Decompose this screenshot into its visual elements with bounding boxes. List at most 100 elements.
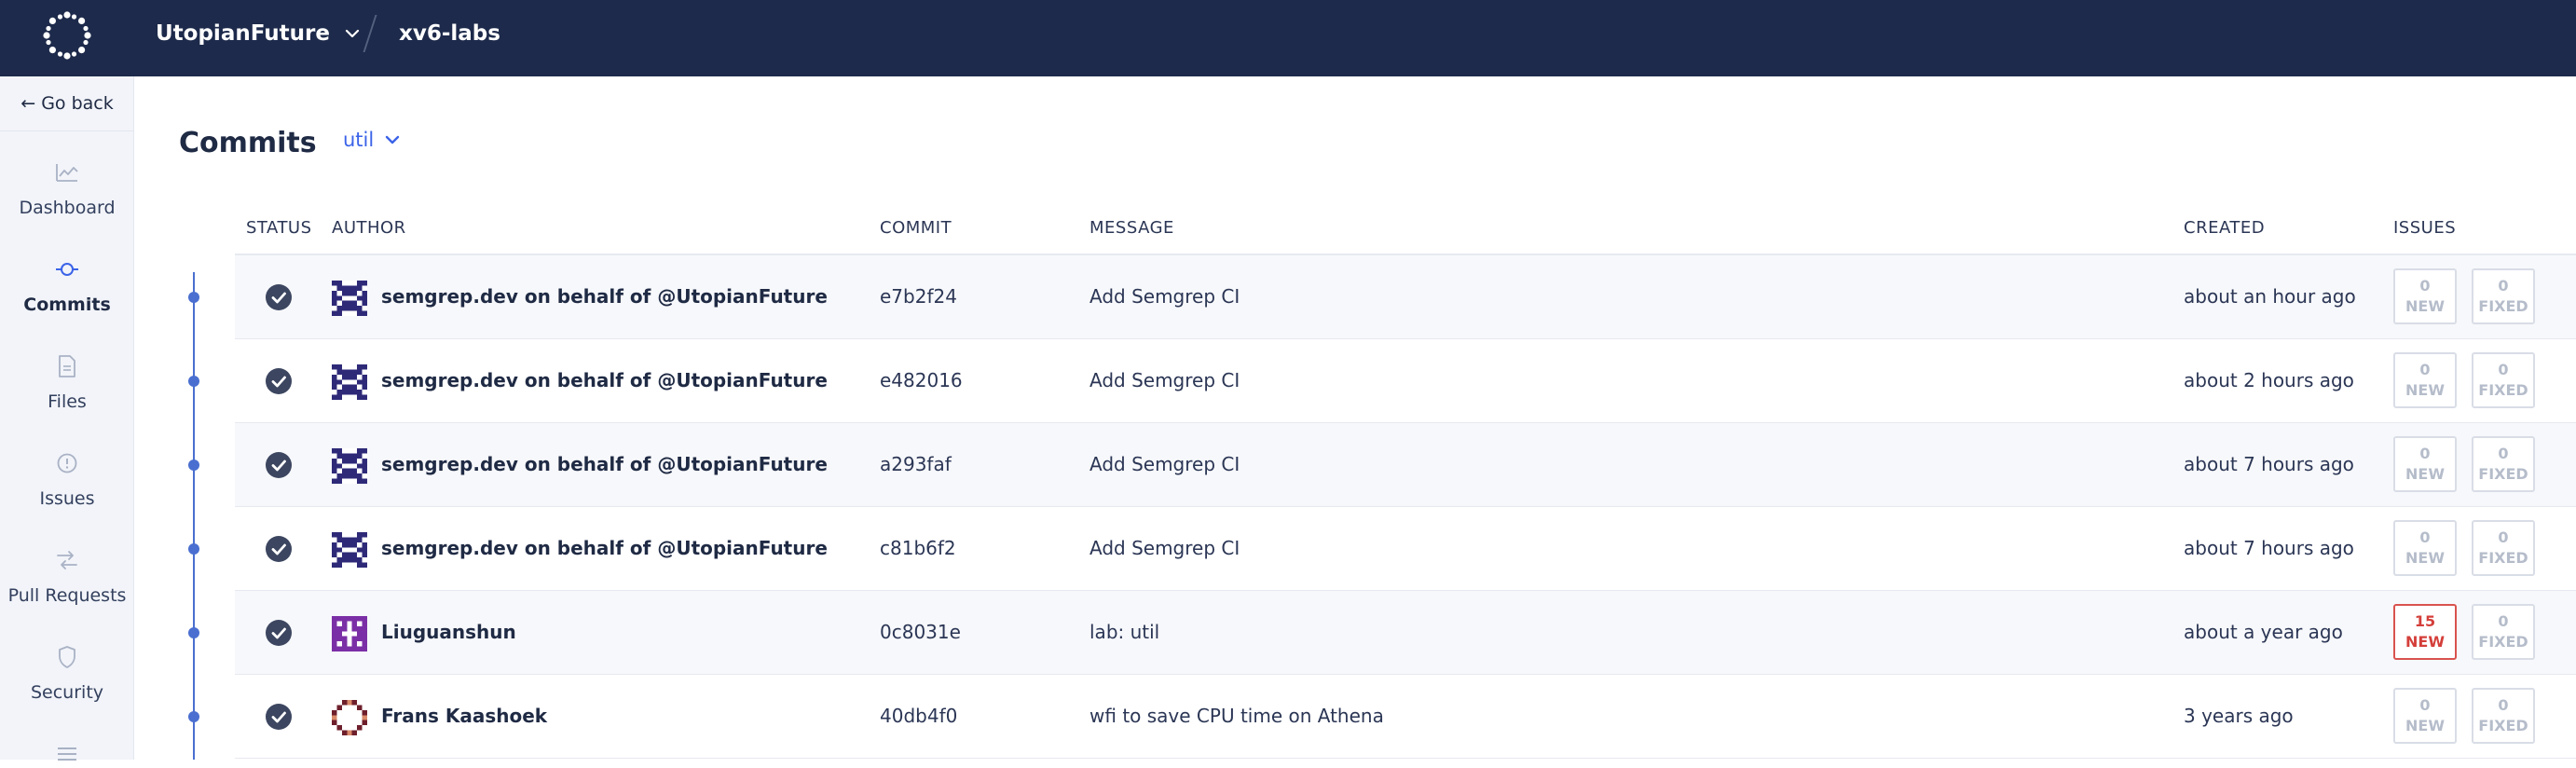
sidebar-item-label: Dashboard [19, 198, 116, 218]
timeline-dot [188, 459, 199, 471]
sidebar-item-security[interactable]: Security [0, 643, 134, 703]
shield-icon [53, 643, 81, 671]
check-circle-icon [266, 368, 292, 394]
top-bar: UtopianFuture xv6-labs [0, 0, 2576, 76]
avatar [332, 448, 367, 484]
file-icon [53, 352, 81, 380]
commit-created: 3 years ago [2184, 705, 2294, 727]
commit-author: Frans Kaashoek [381, 705, 548, 727]
badge-label: NEW [2405, 465, 2445, 483]
commit-created: about 2 hours ago [2184, 369, 2354, 391]
branch-selector[interactable]: util [343, 129, 402, 151]
badge-count: 0 [2419, 528, 2431, 546]
badge-count: 15 [2414, 612, 2436, 630]
commit-sha[interactable]: a293faf [880, 453, 952, 475]
column-header-status: STATUS [246, 218, 312, 238]
fixed-issues-badge[interactable]: 0 FIXED [2472, 436, 2535, 492]
issue-icon [53, 449, 81, 477]
badge-label: NEW [2405, 717, 2445, 734]
new-issues-badge[interactable]: 0 NEW [2393, 268, 2457, 324]
avatar [332, 616, 367, 651]
badge-count: 0 [2498, 277, 2509, 295]
sidebar-item-label: Files [48, 391, 87, 412]
badge-count: 0 [2419, 277, 2431, 295]
repo-name[interactable]: xv6-labs [399, 0, 500, 67]
list-icon [53, 740, 81, 768]
dashboard-icon [53, 158, 81, 186]
new-issues-badge[interactable]: 0 NEW [2393, 436, 2457, 492]
badge-label: FIXED [2478, 381, 2528, 399]
new-issues-badge[interactable]: 0 NEW [2393, 520, 2457, 576]
sidebar: ← Go back Dashboard Commits Files Issues… [0, 76, 134, 761]
fixed-issues-badge[interactable]: 0 FIXED [2472, 688, 2535, 744]
table-row[interactable]: semgrep.dev on behalf of @UtopianFuture … [235, 423, 2576, 507]
commit-timeline [193, 272, 195, 760]
sidebar-item-commits[interactable]: Commits [0, 255, 134, 315]
badge-label: NEW [2405, 297, 2445, 315]
sidebar-item-issues[interactable]: Issues [0, 449, 134, 509]
badge-label: NEW [2405, 381, 2445, 399]
commit-sha[interactable]: c81b6f2 [880, 537, 956, 559]
badge-label: NEW [2405, 549, 2445, 567]
new-issues-badge[interactable]: 15 NEW [2393, 604, 2457, 660]
commit-sha[interactable]: 40db4f0 [880, 705, 957, 727]
breadcrumb-separator [363, 15, 377, 52]
sidebar-divider [0, 130, 134, 131]
go-back-link[interactable]: ← Go back [0, 93, 134, 114]
commit-message: Add Semgrep CI [1089, 453, 1240, 475]
sidebar-item-files[interactable]: Files [0, 352, 134, 412]
fixed-issues-badge[interactable]: 0 FIXED [2472, 604, 2535, 660]
new-issues-badge[interactable]: 0 NEW [2393, 352, 2457, 408]
new-issues-badge[interactable]: 0 NEW [2393, 688, 2457, 744]
branch-name: util [343, 129, 375, 151]
commit-sha[interactable]: e7b2f24 [880, 285, 957, 308]
table-row[interactable]: semgrep.dev on behalf of @UtopianFuture … [235, 507, 2576, 591]
commit-created: about 7 hours ago [2184, 537, 2354, 559]
org-switcher[interactable]: UtopianFuture [156, 0, 362, 67]
badge-label: NEW [2405, 633, 2445, 651]
column-header-author: AUTHOR [332, 218, 406, 238]
commit-sha[interactable]: 0c8031e [880, 621, 961, 643]
badge-count: 0 [2419, 696, 2431, 714]
column-header-issues: ISSUES [2393, 218, 2457, 238]
timeline-dot [188, 292, 199, 303]
sidebar-item-dashboard[interactable]: Dashboard [0, 158, 134, 218]
commit-message: Add Semgrep CI [1089, 369, 1240, 391]
column-header-created: CREATED [2184, 218, 2266, 238]
fixed-issues-badge[interactable]: 0 FIXED [2472, 268, 2535, 324]
commit-author: semgrep.dev on behalf of @UtopianFuture [381, 369, 828, 391]
chevron-down-icon [386, 135, 400, 144]
badge-label: FIXED [2478, 465, 2528, 483]
badge-count: 0 [2498, 612, 2509, 630]
commit-message: Add Semgrep CI [1089, 285, 1240, 308]
timeline-dot [188, 543, 199, 555]
table-row[interactable]: Liuguanshun 0c8031e lab: util about a ye… [235, 591, 2576, 675]
commit-icon [53, 255, 81, 283]
avatar [332, 700, 367, 735]
table-row[interactable]: semgrep.dev on behalf of @UtopianFuture … [235, 339, 2576, 423]
sidebar-item-more[interactable] [0, 740, 134, 768]
fixed-issues-badge[interactable]: 0 FIXED [2472, 520, 2535, 576]
sidebar-item-pull-requests[interactable]: Pull Requests [0, 546, 134, 606]
fixed-issues-badge[interactable]: 0 FIXED [2472, 352, 2535, 408]
table-row[interactable]: Frans Kaashoek 40db4f0 wfi to save CPU t… [235, 675, 2576, 759]
check-circle-icon [266, 704, 292, 730]
commit-author: semgrep.dev on behalf of @UtopianFuture [381, 453, 828, 475]
avatar [332, 532, 367, 568]
sidebar-item-label: Pull Requests [7, 585, 127, 606]
chevron-down-icon [345, 29, 360, 38]
org-name: UtopianFuture [156, 21, 330, 46]
semgrep-logo-icon[interactable] [43, 11, 91, 60]
table-row[interactable]: semgrep.dev on behalf of @UtopianFuture … [235, 255, 2576, 339]
timeline-dot [188, 627, 199, 638]
badge-label: FIXED [2478, 633, 2528, 651]
commit-sha[interactable]: e482016 [880, 369, 963, 391]
badge-count: 0 [2498, 696, 2509, 714]
badge-count: 0 [2419, 361, 2431, 378]
page-title: Commits [179, 127, 317, 159]
commit-author: semgrep.dev on behalf of @UtopianFuture [381, 285, 828, 308]
badge-label: FIXED [2478, 297, 2528, 315]
badge-count: 0 [2498, 361, 2509, 378]
badge-label: FIXED [2478, 549, 2528, 567]
check-circle-icon [266, 536, 292, 562]
